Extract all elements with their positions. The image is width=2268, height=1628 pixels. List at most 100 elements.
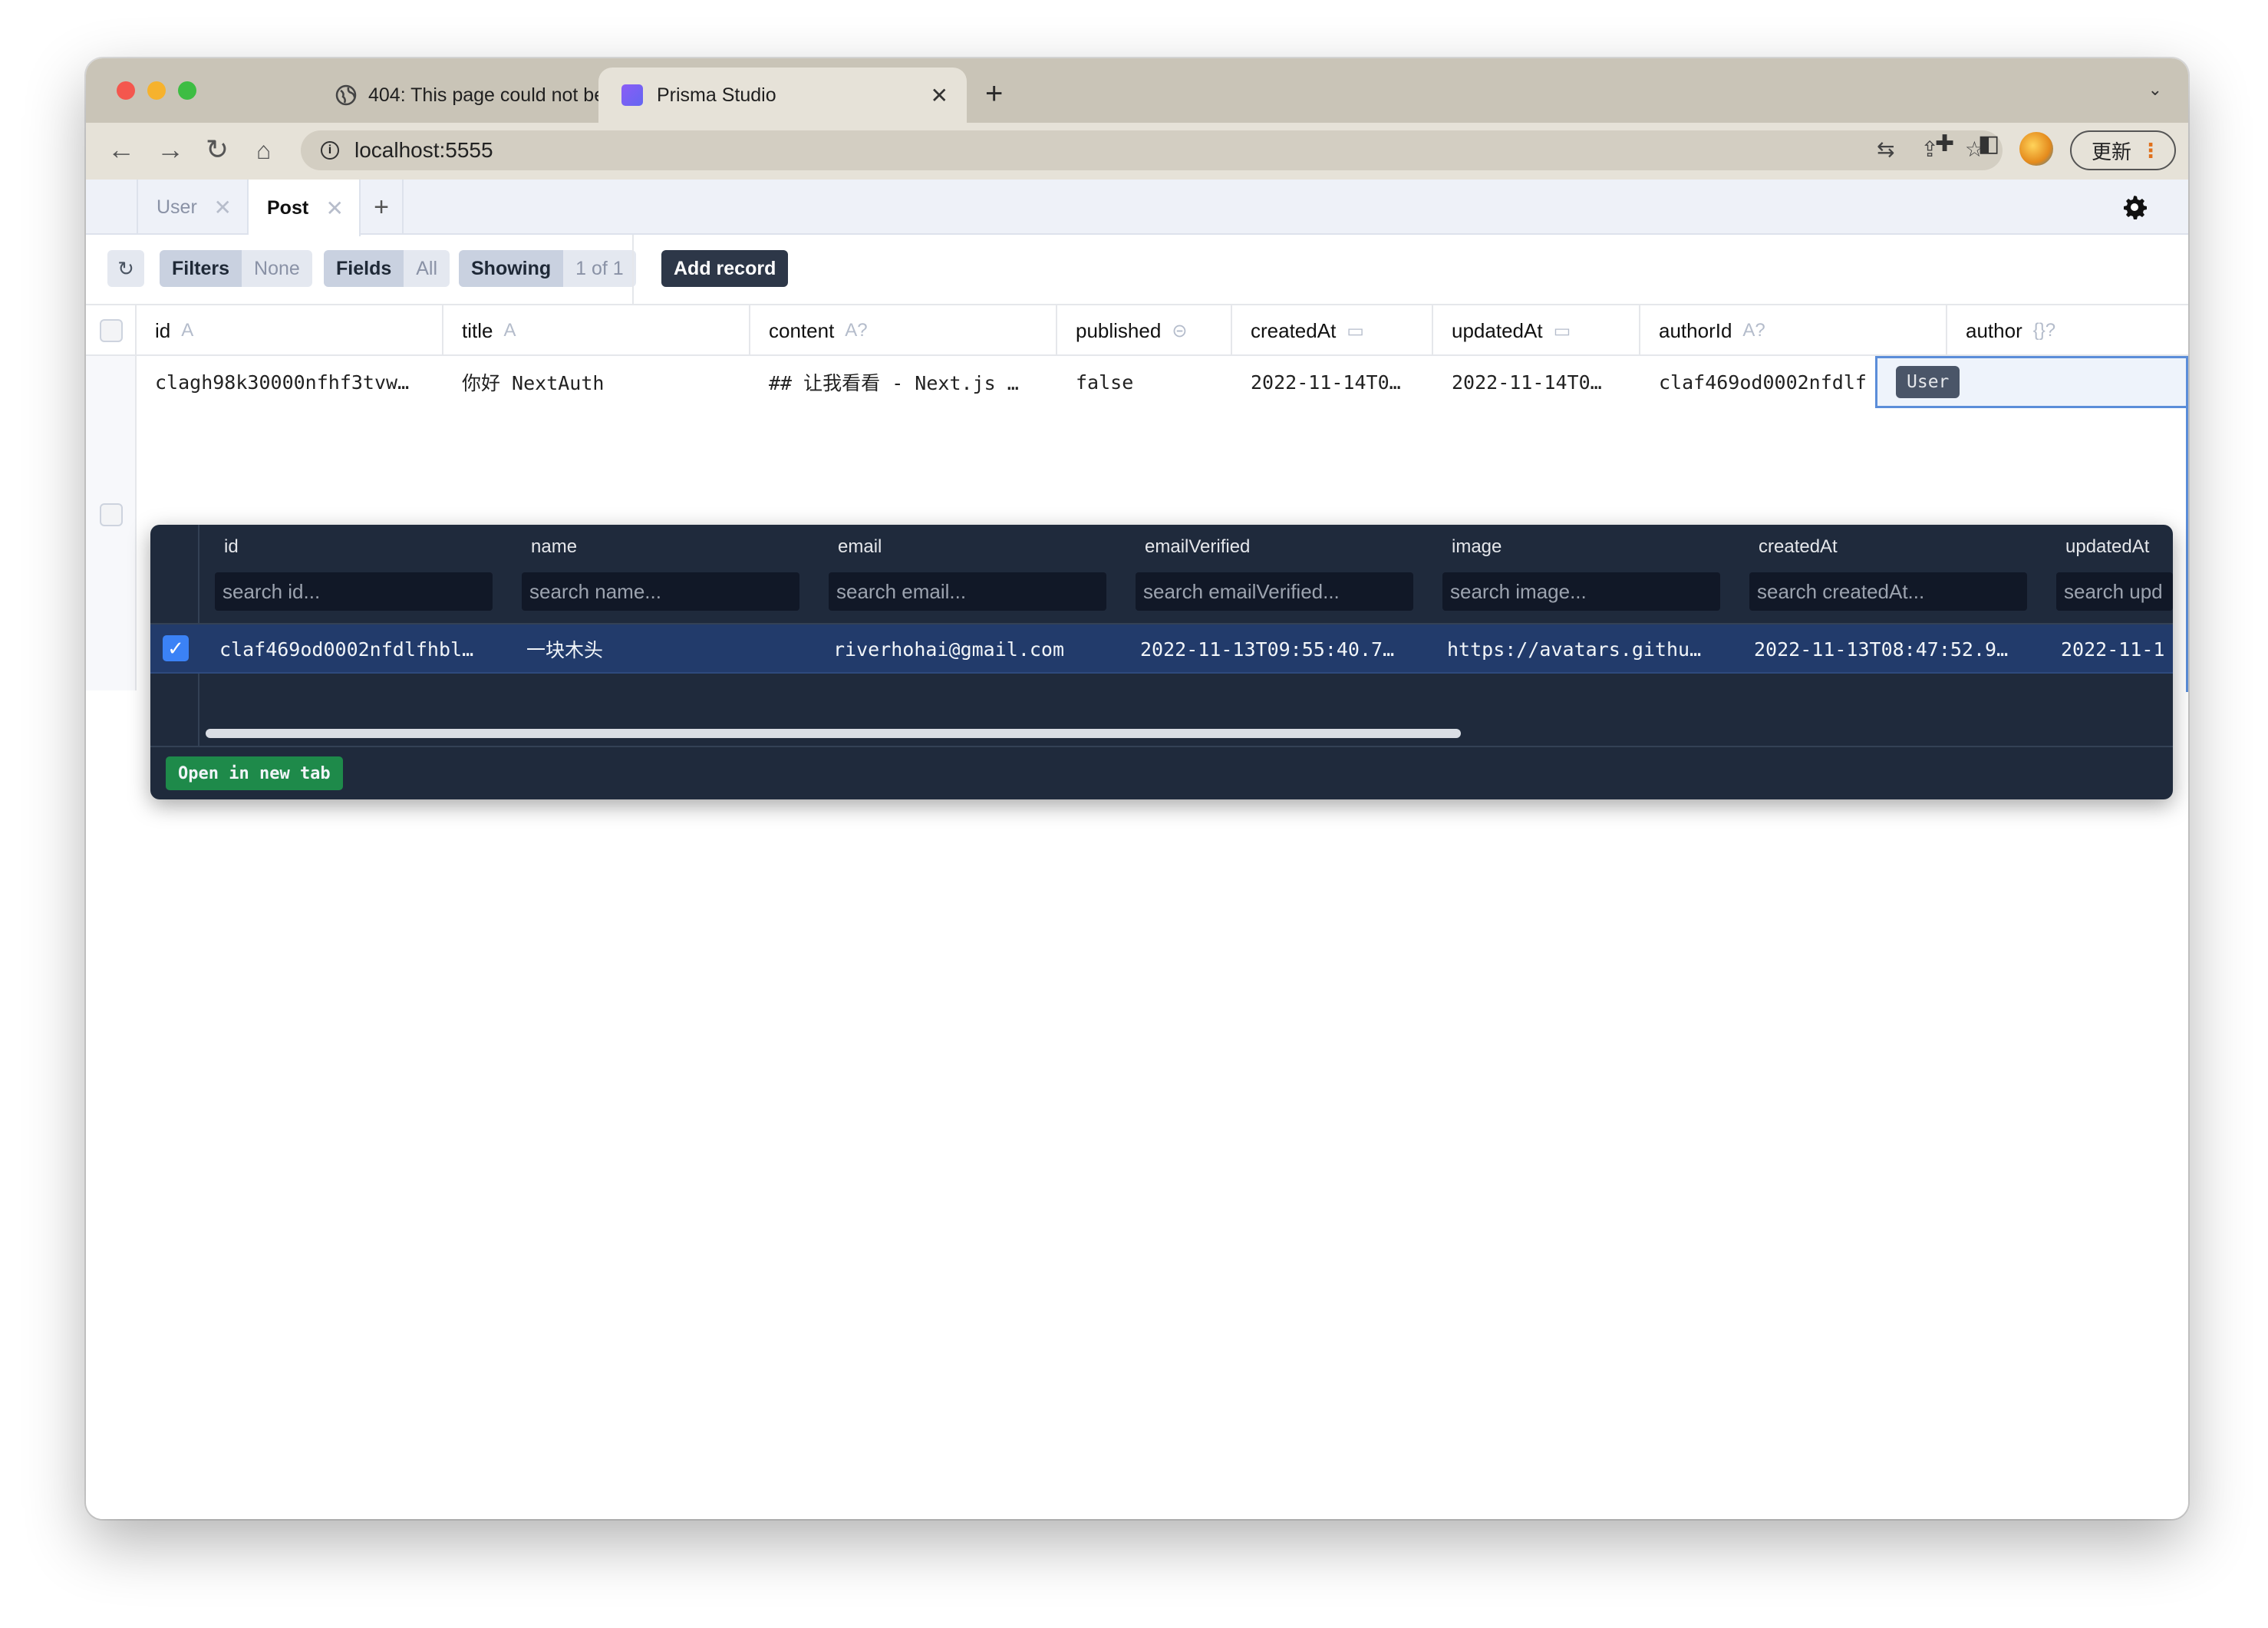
search-image-input[interactable]: search image... [1442,572,1720,611]
cell-published[interactable]: false [1057,356,1232,408]
tab-user[interactable]: User ✕ [137,180,249,235]
profile-avatar[interactable] [2019,132,2053,166]
open-in-new-tab-button[interactable]: Open in new tab [166,756,343,790]
search-name-input[interactable]: search name... [522,572,799,611]
column-name: author [1966,318,2022,342]
popup-cell-email[interactable]: riverhohai@gmail.com [833,625,1064,674]
popup-table-row[interactable]: ✓ claf469od0002nfdlfhbl… 一块木头 riverhohai… [150,625,2173,674]
toolbar-controls: ↻ Filters None Fields All Showing 1 of 1… [86,235,2188,305]
column-header-title[interactable]: title A [443,305,750,356]
fields-button[interactable]: Fields All [324,250,450,287]
column-name: id [155,318,171,342]
popup-cell-name[interactable]: 一块木头 [526,625,603,674]
prisma-studio: User ✕ Post ✕ + ↻ Filters None Fields Al… [86,180,2188,1519]
forward-icon[interactable]: → [157,133,184,166]
chevron-down-icon[interactable]: ⌄ [2148,80,2162,100]
info-icon[interactable]: i [321,141,339,160]
toggle-icon: ⊝ [1172,320,1188,341]
tab-label: User [157,196,197,218]
maximize-window-button[interactable] [178,81,196,100]
checkmark-icon[interactable]: ✓ [163,635,189,661]
selection-edge [2186,408,2188,692]
column-header-id[interactable]: id A [137,305,443,356]
search-createdAt-input[interactable]: search createdAt... [1749,572,2027,611]
cell-authorId[interactable]: claf469od0002nfdlf [1640,356,1875,408]
filters-button[interactable]: Filters None [160,250,312,287]
update-button[interactable]: 更新 ⋮ [2070,130,2176,170]
reload-icon[interactable]: ↻ [206,133,229,166]
tab-post[interactable]: Post ✕ [249,180,361,236]
search-emailVerified-input[interactable]: search emailVerified... [1136,572,1413,611]
cell-updatedAt[interactable]: 2022-11-14T0… [1433,356,1640,408]
cell-title[interactable]: 你好 NextAuth [443,356,750,408]
close-icon[interactable]: ✕ [214,195,232,220]
translate-icon[interactable]: ⇆ [1877,137,1894,162]
cell-createdAt[interactable]: 2022-11-14T0… [1232,356,1433,408]
relation-picker-popup: id name email emailVerified image create… [150,525,2173,799]
select-all-checkbox[interactable] [100,319,123,342]
home-icon[interactable]: ⌂ [256,137,271,165]
type-icon: A [181,320,194,341]
cell-author[interactable]: User [1875,356,2188,408]
column-name: updatedAt [1452,318,1543,342]
popup-column-header: image [1452,536,1502,557]
showing-button[interactable]: Showing 1 of 1 [459,250,636,287]
popup-cell-image[interactable]: https://avatars.githu… [1447,625,1701,674]
popup-cell-createdAt[interactable]: 2022-11-13T08:47:52.9… [1754,625,2008,674]
type-icon: A [503,320,516,341]
prisma-icon [621,84,643,106]
cell-id[interactable]: clagh98k30000nfhf3tvw… [137,356,443,408]
add-record-button[interactable]: Add record [661,250,789,287]
close-window-button[interactable] [117,81,135,100]
table-row[interactable]: clagh98k30000nfhf3tvw… 你好 NextAuth ## 让我… [86,356,2188,408]
close-icon[interactable]: ✕ [326,196,344,221]
search-email-input[interactable]: search email... [829,572,1106,611]
column-header-updatedAt[interactable]: updatedAt ▭ [1433,305,1640,356]
minimize-window-button[interactable] [147,81,166,100]
type-icon: A? [1742,320,1765,341]
column-header-createdAt[interactable]: createdAt ▭ [1232,305,1433,356]
search-updatedAt-input[interactable]: search upd [2056,572,2173,611]
type-icon: A? [845,320,868,341]
column-header-author[interactable]: author {}? [1947,305,2188,356]
popup-column-header: name [531,536,578,557]
popup-column-header: id [224,536,239,557]
column-name: createdAt [1251,318,1337,342]
relation-badge[interactable]: User [1896,366,1960,398]
table-header: id A title A content A? published ⊝ createdA… [86,305,2188,356]
add-tab-button[interactable]: + [361,180,404,235]
calendar-icon: ▭ [1347,320,1364,341]
column-name: title [462,318,493,342]
popup-cell-emailVerified[interactable]: 2022-11-13T09:55:40.7… [1140,625,1394,674]
popup-cell-id[interactable]: claf469od0002nfdlfhbl… [219,625,473,674]
address-bar[interactable]: i localhost:5555 ⇆ ⇪ ☆ [301,130,2003,170]
refresh-icon: ↻ [117,256,134,280]
sidebar-icon[interactable]: ◧ [1978,130,1999,157]
close-icon[interactable]: ✕ [931,83,948,108]
divider [150,746,2173,747]
column-header-authorId[interactable]: authorId A? [1640,305,1947,356]
column-header-published[interactable]: published ⊝ [1057,305,1232,356]
cell-content[interactable]: ## 让我看看 - Next.js … [750,356,1057,408]
fields-value: All [404,250,450,287]
more-icon: ⋮ [2141,138,2161,162]
row-checkbox[interactable] [100,503,123,526]
fields-label: Fields [324,250,404,287]
refresh-button[interactable]: ↻ [107,250,144,287]
column-name: content [769,318,835,342]
globe-icon [335,84,357,106]
browser-tab-prisma-studio[interactable]: Prisma Studio ✕ [598,68,967,123]
column-header-content[interactable]: content A? [750,305,1057,356]
popup-column-header: updatedAt [2065,536,2150,557]
back-icon[interactable]: ← [107,133,135,166]
column-name: published [1076,318,1162,342]
extensions-icon[interactable]: ✚ [1935,130,1954,157]
popup-horizontal-scrollbar[interactable] [206,729,1461,738]
column-name: authorId [1659,318,1732,342]
popup-cell-updatedAt[interactable]: 2022-11-1 [2061,625,2164,674]
gear-icon[interactable] [2121,193,2148,221]
search-id-input[interactable]: search id... [215,572,493,611]
browser-tab-strip: 404: This page could not be fo ✕ Prisma … [86,58,2188,123]
update-label: 更新 [2092,140,2132,163]
new-tab-button[interactable]: + [985,77,1003,111]
